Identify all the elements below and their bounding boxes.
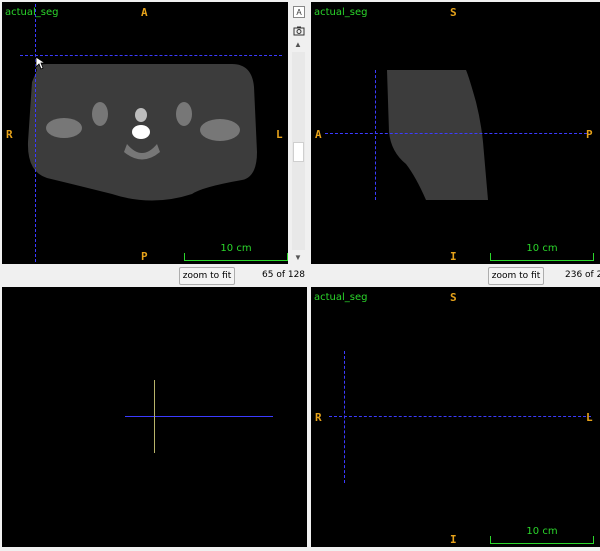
orientation-top: A	[141, 6, 148, 19]
axial-view[interactable]: actual_seg A P R L 10 cm	[2, 2, 288, 264]
zoom-to-fit-button[interactable]: zoom to fit	[179, 267, 235, 285]
crosshair-horizontal[interactable]	[20, 55, 282, 56]
render-crosshair-horizontal	[125, 416, 273, 417]
sagittal-view[interactable]: actual_seg S I A P 10 cm	[311, 2, 600, 264]
coronal-view[interactable]: actual_seg S I R L 10 cm	[311, 287, 600, 547]
crosshair-vertical[interactable]	[35, 4, 36, 262]
slice-indicator: 236 of 25	[565, 270, 600, 280]
orientation-top: S	[450, 291, 457, 304]
bone-vertebra-body	[132, 125, 150, 139]
crosshair-horizontal[interactable]	[329, 416, 591, 417]
organ-left-kidney	[46, 118, 82, 138]
organ-psoas-left	[92, 102, 108, 126]
axial-side-toolbar: A ▲ ▼	[289, 2, 309, 264]
scale-bar	[184, 253, 288, 261]
orientation-right: L	[276, 128, 283, 141]
render-crosshair-vertical	[154, 380, 155, 453]
sagittal-status-bar: zoom to fit 236 of 25	[309, 265, 600, 285]
orientation-bottom: I	[450, 533, 457, 546]
annotation-toggle-button[interactable]: A	[293, 6, 305, 18]
axial-status-bar: zoom to fit 65 of 128	[0, 265, 308, 285]
zoom-to-fit-button[interactable]: zoom to fit	[488, 267, 544, 285]
slice-indicator: 65 of 128	[262, 270, 306, 280]
crosshair-horizontal[interactable]	[325, 133, 587, 134]
organ-psoas-right	[176, 102, 192, 126]
view-name-label: actual_seg	[314, 292, 368, 303]
axial-segmentation	[27, 64, 258, 201]
organ-right-kidney	[200, 119, 240, 141]
scrollbar-thumb[interactable]	[293, 142, 304, 162]
camera-icon[interactable]	[293, 24, 305, 36]
bone-vertebra-top	[135, 108, 147, 122]
slice-scrollbar[interactable]	[292, 52, 305, 250]
orientation-left: A	[315, 128, 322, 141]
scale-bar	[490, 536, 594, 544]
render-view[interactable]	[2, 287, 307, 547]
orientation-right: L	[586, 411, 593, 424]
orientation-top: S	[450, 6, 457, 19]
view-name-label: actual_seg	[5, 7, 59, 18]
view-name-label: actual_seg	[314, 7, 368, 18]
crosshair-vertical[interactable]	[344, 351, 345, 483]
scroll-up-arrow-icon[interactable]: ▲	[294, 40, 302, 49]
orientation-left: R	[6, 128, 13, 141]
crosshair-vertical[interactable]	[375, 70, 376, 200]
orientation-bottom: I	[450, 250, 457, 263]
mouse-cursor-icon	[35, 56, 47, 70]
orientation-left: R	[315, 411, 322, 424]
scale-bar	[490, 253, 594, 261]
scroll-down-arrow-icon[interactable]: ▼	[294, 253, 302, 262]
orientation-bottom: P	[141, 250, 148, 263]
body-sagittal	[387, 70, 488, 200]
orientation-right: P	[586, 128, 593, 141]
